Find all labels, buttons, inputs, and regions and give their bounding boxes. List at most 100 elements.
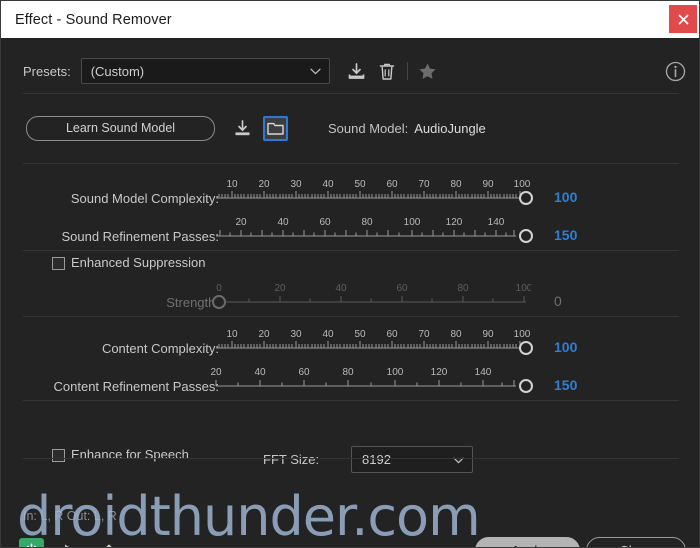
strength-ruler[interactable]: 0 20 40 60 80 100 bbox=[216, 277, 531, 315]
svg-text:80: 80 bbox=[457, 283, 469, 294]
chevron-down-icon bbox=[310, 62, 321, 80]
enhanced-suppression-label[interactable]: Enhanced Suppression bbox=[71, 255, 205, 270]
slider-row-content-refinement-passes: Content Refinement Passes: 20 40 60 80 100 1… bbox=[1, 361, 699, 399]
svg-text:80: 80 bbox=[342, 367, 354, 378]
svg-text:40: 40 bbox=[335, 283, 347, 294]
window-close-button[interactable] bbox=[669, 5, 697, 33]
svg-text:120: 120 bbox=[446, 217, 463, 228]
divider-strength bbox=[23, 316, 679, 317]
strength-value[interactable]: 0 bbox=[554, 293, 562, 309]
svg-text:60: 60 bbox=[386, 179, 398, 190]
fft-size-select[interactable]: 8192 bbox=[351, 446, 473, 473]
svg-text:50: 50 bbox=[354, 329, 366, 340]
svg-text:30: 30 bbox=[290, 179, 302, 190]
divider-learn bbox=[23, 163, 679, 164]
sound-remover-dialog: Effect - Sound Remover Presets: (Custom) bbox=[0, 0, 700, 548]
slider-row-sound-model-complexity: Sound Model Complexity: 10 20 30 40 50 60 70… bbox=[1, 173, 699, 211]
export-button[interactable] bbox=[97, 539, 121, 547]
content-complexity-label: Content Complexity: bbox=[101, 341, 219, 356]
svg-text:80: 80 bbox=[450, 329, 462, 340]
svg-text:40: 40 bbox=[322, 329, 334, 340]
folder-icon bbox=[267, 122, 284, 135]
sound-model-info: Sound Model: AudioJungle bbox=[328, 121, 486, 136]
content-complexity-value[interactable]: 100 bbox=[554, 339, 577, 355]
power-icon bbox=[26, 543, 37, 547]
divider-sound bbox=[23, 250, 679, 251]
svg-text:100: 100 bbox=[404, 217, 421, 228]
svg-text:140: 140 bbox=[488, 217, 505, 228]
svg-text:60: 60 bbox=[319, 217, 331, 228]
save-sound-model-button[interactable] bbox=[230, 116, 255, 141]
chevron-down-icon bbox=[453, 451, 464, 469]
apply-button[interactable]: Apply bbox=[475, 537, 580, 547]
preset-select-value: (Custom) bbox=[90, 63, 145, 79]
sound-model-complexity-label: Sound Model Complexity: bbox=[70, 191, 219, 206]
enhance-for-speech-checkbox[interactable] bbox=[52, 449, 65, 462]
sound-model-complexity-value[interactable]: 100 bbox=[554, 189, 577, 205]
svg-text:20: 20 bbox=[235, 217, 247, 228]
content-complexity-ruler[interactable]: 10 20 30 40 50 60 70 80 90 100 bbox=[216, 323, 531, 361]
open-sound-model-button[interactable] bbox=[263, 115, 288, 141]
svg-text:20: 20 bbox=[274, 283, 286, 294]
sound-refinement-passes-ruler[interactable]: 20 40 60 80 100 120 140 bbox=[216, 211, 531, 249]
save-preset-button[interactable] bbox=[344, 58, 370, 84]
favorite-button[interactable] bbox=[415, 58, 441, 84]
content-refinement-passes-knob[interactable] bbox=[519, 379, 533, 393]
info-button[interactable] bbox=[663, 59, 687, 83]
sound-refinement-passes-value[interactable]: 150 bbox=[554, 227, 577, 243]
slider-row-sound-refinement-passes: Sound Refinement Passes: 20 40 60 80 100 120… bbox=[1, 211, 699, 249]
sound-model-complexity-knob[interactable] bbox=[519, 191, 533, 205]
content-refinement-passes-label: Content Refinement Passes: bbox=[53, 379, 219, 394]
sound-model-complexity-ruler[interactable]: 10 20 30 40 50 60 70 80 90 100 bbox=[216, 173, 531, 211]
svg-text:100: 100 bbox=[516, 283, 531, 294]
svg-text:10: 10 bbox=[226, 179, 238, 190]
svg-text:30: 30 bbox=[290, 329, 302, 340]
svg-text:60: 60 bbox=[396, 283, 408, 294]
svg-text:60: 60 bbox=[386, 329, 398, 340]
svg-text:140: 140 bbox=[475, 367, 492, 378]
window-title: Effect - Sound Remover bbox=[15, 11, 172, 28]
svg-text:50: 50 bbox=[354, 179, 366, 190]
enhance-for-speech-label[interactable]: Enhance for Speech bbox=[71, 447, 189, 462]
content-complexity-knob[interactable] bbox=[519, 341, 533, 355]
preset-select[interactable]: (Custom) bbox=[80, 58, 330, 84]
sound-model-label: Sound Model: bbox=[328, 120, 409, 136]
dialog-body: Presets: (Custom) Learn Sound Model Soun… bbox=[1, 38, 699, 547]
svg-text:20: 20 bbox=[258, 179, 270, 190]
info-icon bbox=[665, 61, 685, 81]
divider-content bbox=[23, 400, 679, 401]
titlebar: Effect - Sound Remover bbox=[1, 1, 699, 38]
svg-text:80: 80 bbox=[450, 179, 462, 190]
trash-icon bbox=[379, 63, 394, 80]
enhanced-suppression-checkbox[interactable] bbox=[52, 257, 65, 270]
presets-row: Presets: (Custom) bbox=[1, 51, 699, 91]
svg-text:40: 40 bbox=[277, 217, 289, 228]
content-refinement-passes-value[interactable]: 150 bbox=[554, 377, 577, 393]
fft-size-label: FFT Size: bbox=[263, 452, 320, 467]
slider-row-content-complexity: Content Complexity: 10 20 30 40 50 60 70 80 90… bbox=[1, 323, 699, 361]
svg-text:120: 120 bbox=[431, 367, 448, 378]
svg-text:100: 100 bbox=[387, 367, 404, 378]
strength-knob[interactable] bbox=[212, 295, 226, 309]
presets-label: Presets: bbox=[23, 63, 71, 79]
close-button[interactable]: Close bbox=[586, 537, 686, 547]
learn-sound-model-button[interactable]: Learn Sound Model bbox=[26, 115, 215, 141]
slider-row-strength: Strength: 0 20 40 60 80 100 0 bbox=[1, 277, 699, 315]
save-sound-model-icon bbox=[235, 119, 250, 135]
svg-text:0: 0 bbox=[216, 283, 222, 294]
star-icon bbox=[419, 63, 436, 79]
svg-text:80: 80 bbox=[361, 217, 373, 228]
close-icon bbox=[678, 14, 688, 24]
delete-preset-button[interactable] bbox=[374, 58, 400, 84]
svg-text:100: 100 bbox=[514, 329, 531, 340]
preview-play-button[interactable] bbox=[59, 539, 81, 547]
effect-power-button[interactable] bbox=[19, 538, 44, 547]
toolbar-divider bbox=[406, 62, 408, 80]
sound-model-value: AudioJungle bbox=[414, 120, 486, 136]
content-refinement-passes-ruler[interactable]: 20 40 60 80 100 120 140 bbox=[210, 361, 530, 399]
learn-sound-model-row: Learn Sound Model Sound Model: AudioJungl… bbox=[1, 108, 699, 148]
sound-refinement-passes-knob[interactable] bbox=[519, 229, 533, 243]
export-icon bbox=[105, 544, 113, 547]
svg-text:40: 40 bbox=[254, 367, 266, 378]
svg-text:70: 70 bbox=[418, 179, 430, 190]
